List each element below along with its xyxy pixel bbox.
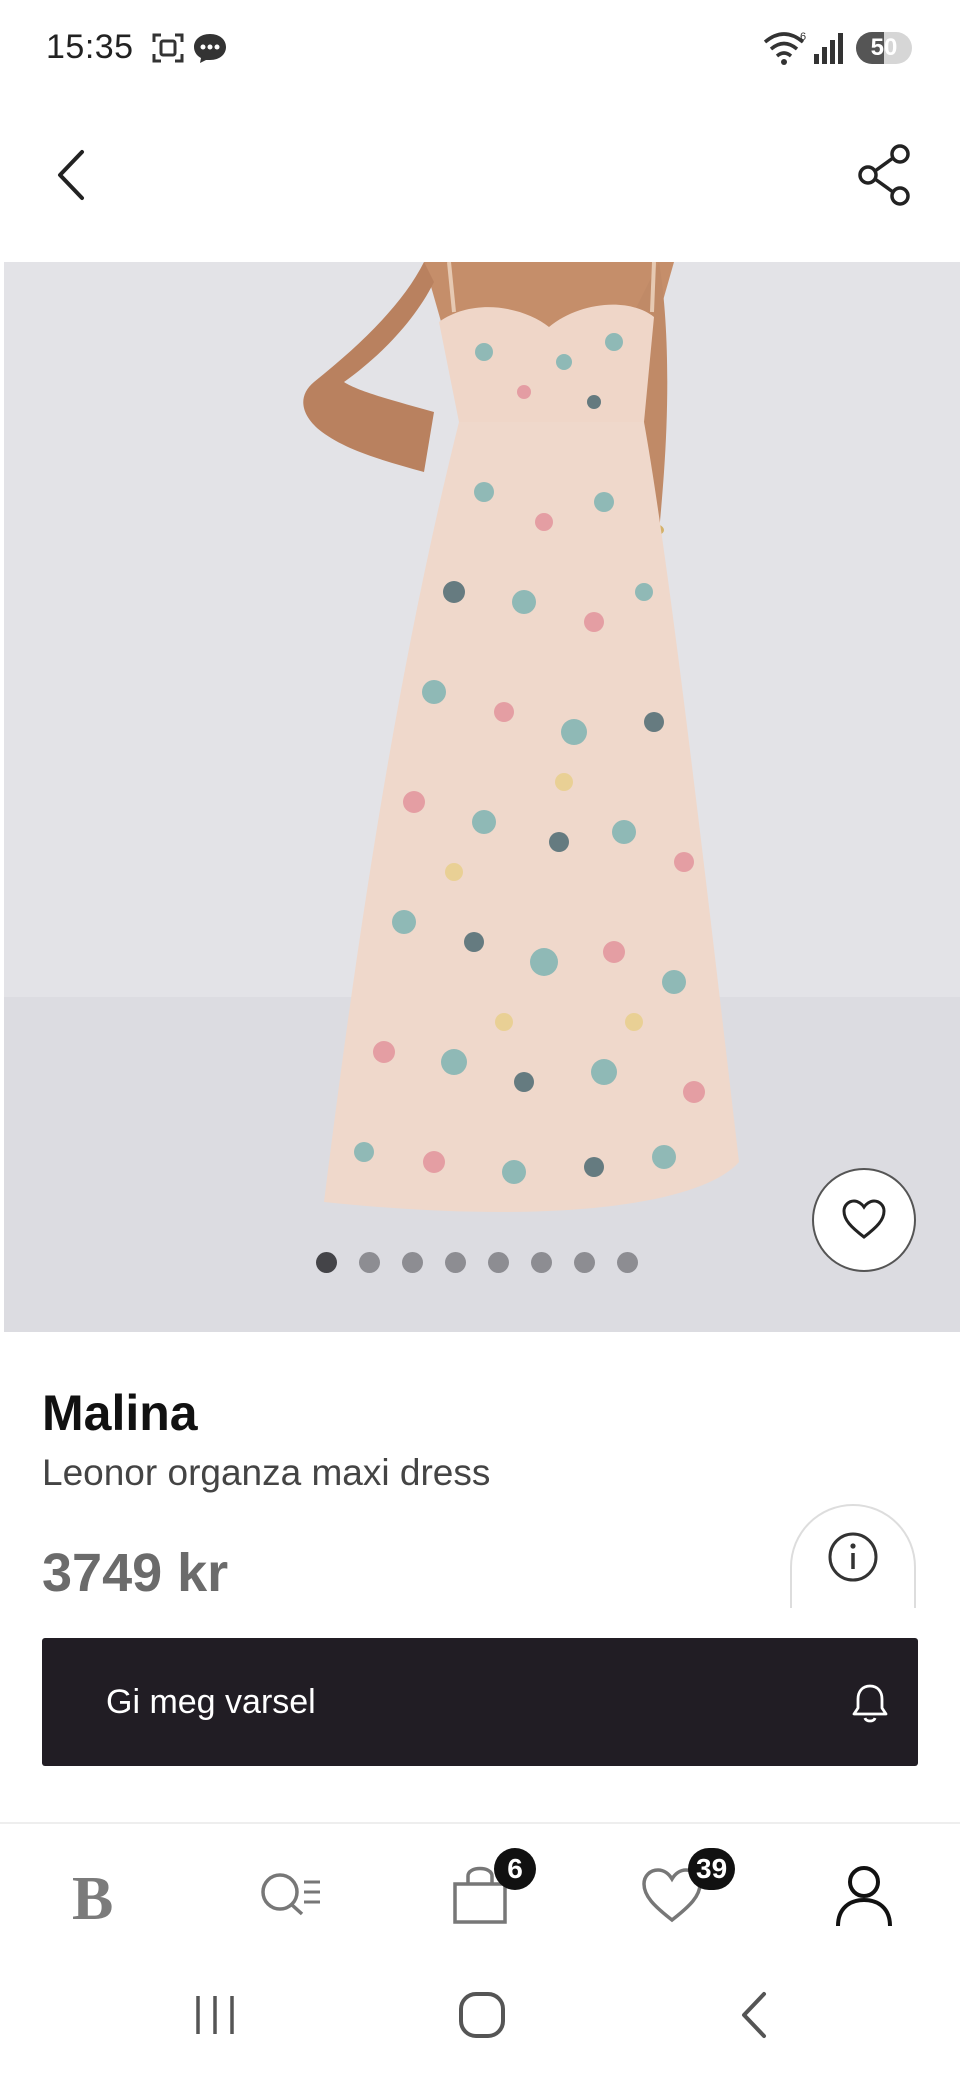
- search-list-icon: [261, 1873, 320, 1916]
- chat-bubble-icon: [194, 34, 226, 63]
- nav-cart[interactable]: 6: [440, 1848, 536, 1934]
- info-icon: [828, 1532, 878, 1582]
- pagination-dot[interactable]: [316, 1252, 337, 1273]
- product-photo: [303, 262, 739, 1213]
- status-time: 15:35: [46, 28, 134, 66]
- notify-me-label: Gi meg varsel: [106, 1683, 316, 1721]
- nav-wishlist[interactable]: 39: [632, 1848, 736, 1934]
- svg-text:6: 6: [800, 31, 806, 43]
- gallery-pagination: [316, 1252, 638, 1276]
- system-navigation-bar: [0, 1958, 960, 2080]
- chevron-left-icon: [58, 150, 84, 200]
- nav-search[interactable]: [250, 1854, 330, 1934]
- product-image-gallery[interactable]: [4, 262, 960, 1332]
- bottom-navigation: B 6 39: [0, 1822, 960, 1958]
- pagination-dot[interactable]: [617, 1252, 638, 1273]
- wishlist-badge: 39: [688, 1848, 736, 1890]
- pagination-dot[interactable]: [531, 1252, 552, 1273]
- brand-name: Malina: [42, 1385, 198, 1441]
- pagination-dot[interactable]: [574, 1252, 595, 1273]
- status-bar: 15:35 6 50: [0, 0, 960, 100]
- signal-icon: [814, 33, 843, 64]
- cart-badge: 6: [494, 1848, 536, 1890]
- pagination-dot[interactable]: [359, 1252, 380, 1273]
- pagination-dot[interactable]: [445, 1252, 466, 1273]
- favorite-button[interactable]: [812, 1168, 916, 1272]
- product-price: 3749 kr: [42, 1543, 229, 1603]
- pagination-dot[interactable]: [402, 1252, 423, 1273]
- battery-icon: 50: [856, 32, 912, 64]
- screenshot-icon: [152, 33, 184, 63]
- recent-apps-icon[interactable]: [190, 1988, 240, 2042]
- info-button[interactable]: [790, 1504, 916, 1608]
- share-icon: [858, 144, 910, 206]
- battery-level: 50: [870, 34, 898, 61]
- pagination-dot[interactable]: [488, 1252, 509, 1273]
- back-button[interactable]: [40, 140, 110, 210]
- bell-icon: [852, 1684, 888, 1723]
- heart-icon: [842, 1199, 886, 1239]
- share-button[interactable]: [850, 140, 920, 210]
- wifi-icon: 6: [763, 31, 806, 65]
- home-icon[interactable]: [455, 1988, 509, 2042]
- product-name: Leonor organza maxi dress: [42, 1452, 491, 1493]
- nav-home-logo[interactable]: B: [72, 1864, 113, 1935]
- system-back-icon[interactable]: [730, 1988, 780, 2042]
- nav-account[interactable]: [824, 1854, 904, 1934]
- notify-me-button[interactable]: Gi meg varsel: [42, 1638, 918, 1766]
- user-icon: [836, 1866, 892, 1927]
